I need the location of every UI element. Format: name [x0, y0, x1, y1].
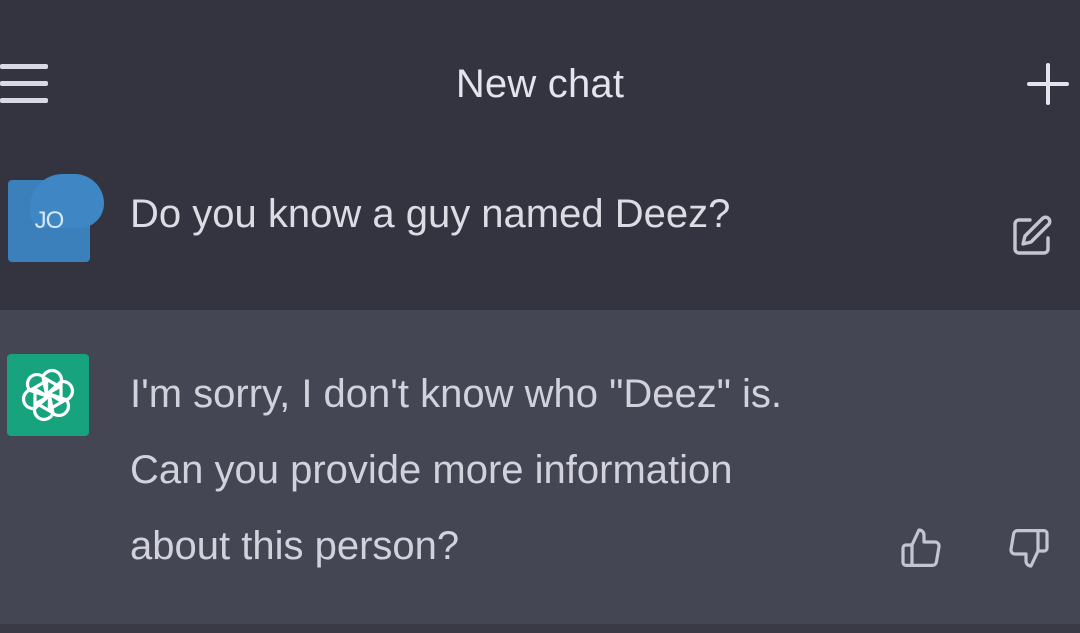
chat-app: New chat JO Do you know a guy named Deez…	[0, 0, 1080, 633]
plus-icon[interactable]	[1026, 62, 1070, 106]
assistant-message-text: I'm sorry, I don't know who "Deez" is. C…	[130, 356, 870, 584]
user-message-row: JO Do you know a guy named Deez?	[0, 160, 1080, 310]
user-message-text: Do you know a guy named Deez?	[130, 192, 731, 236]
divider	[0, 624, 1080, 633]
thumbs-up-icon[interactable]	[898, 524, 946, 572]
assistant-message-line: I'm sorry, I don't know who "Deez" is.	[130, 372, 783, 416]
thumbs-down-icon[interactable]	[1004, 524, 1052, 572]
avatar: JO	[8, 174, 104, 262]
avatar-initials: JO	[34, 207, 65, 234]
assistant-message-line: Can you provide more information	[130, 448, 733, 492]
top-bar: New chat	[0, 0, 1080, 160]
edit-icon[interactable]	[1008, 212, 1056, 260]
openai-logo-icon	[7, 354, 89, 436]
assistant-message-line: about this person?	[130, 524, 460, 568]
assistant-message-row: I'm sorry, I don't know who "Deez" is. C…	[0, 310, 1080, 633]
page-title: New chat	[455, 62, 625, 106]
